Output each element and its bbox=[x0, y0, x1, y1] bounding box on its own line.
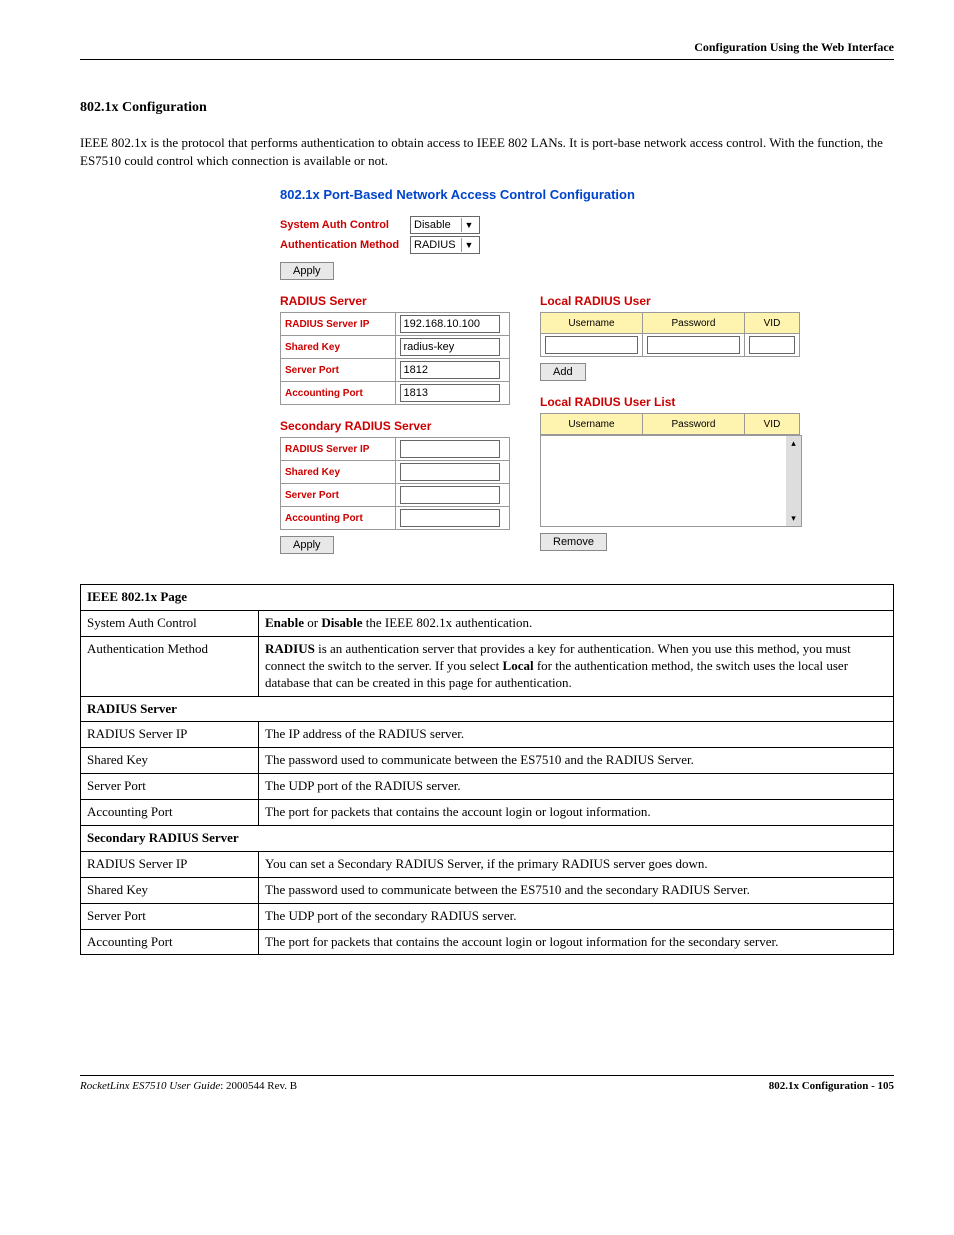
desc-header: IEEE 802.1x Page bbox=[81, 585, 894, 611]
desc-sub2: Secondary RADIUS Server bbox=[81, 826, 894, 852]
sec-sport-input[interactable] bbox=[400, 486, 500, 504]
chevron-down-icon: ▼ bbox=[461, 238, 476, 252]
sys-auth-value: Disable bbox=[414, 219, 451, 231]
sec-aport-label: Accounting Port bbox=[281, 507, 396, 530]
apply-button-bottom[interactable]: Apply bbox=[280, 536, 334, 554]
sys-auth-select[interactable]: Disable ▼ bbox=[410, 216, 480, 234]
desc-row-label: Authentication Method bbox=[81, 636, 259, 696]
desc-row-value: The password used to communicate between… bbox=[259, 877, 894, 903]
desc-row-value: You can set a Secondary RADIUS Server, i… bbox=[259, 851, 894, 877]
secondary-radius-table: RADIUS Server IP Shared Key Server Port … bbox=[280, 437, 510, 530]
scroll-down-icon[interactable]: ▾ bbox=[791, 513, 796, 524]
page-footer: RocketLinx ES7510 User Guide: 2000544 Re… bbox=[80, 1075, 894, 1092]
desc-row-value: The UDP port of the secondary RADIUS ser… bbox=[259, 903, 894, 929]
radius-aport-input[interactable] bbox=[400, 384, 500, 402]
desc-row-value: The port for packets that contains the a… bbox=[259, 929, 894, 955]
add-button[interactable]: Add bbox=[540, 363, 586, 381]
radius-key-label: Shared Key bbox=[281, 336, 396, 359]
desc-row-label: Accounting Port bbox=[81, 929, 259, 955]
auth-method-label: Authentication Method bbox=[280, 239, 410, 251]
footer-left: RocketLinx ES7510 User Guide: 2000544 Re… bbox=[80, 1080, 297, 1092]
panel-title: 802.1x Port-Based Network Access Control… bbox=[280, 187, 800, 202]
desc-row-label: RADIUS Server IP bbox=[81, 851, 259, 877]
section-title: 802.1x Configuration bbox=[80, 100, 894, 116]
footer-right: 802.1x Configuration - 105 bbox=[769, 1080, 894, 1092]
radius-server-title: RADIUS Server bbox=[280, 294, 510, 308]
footer-left-rest: : 2000544 Rev. B bbox=[220, 1080, 297, 1092]
config-panel: 802.1x Port-Based Network Access Control… bbox=[280, 187, 800, 554]
local-user-password-input[interactable] bbox=[647, 336, 740, 354]
secondary-radius-title: Secondary RADIUS Server bbox=[280, 419, 510, 433]
radius-server-table: RADIUS Server IP Shared Key Server Port … bbox=[280, 312, 510, 405]
scroll-up-icon[interactable]: ▴ bbox=[791, 438, 796, 449]
local-list-box[interactable]: ▴ ▾ bbox=[540, 435, 802, 527]
local-list-col-pass: Password bbox=[642, 414, 744, 435]
desc-row-value: Enable or Disable the IEEE 802.1x authen… bbox=[259, 610, 894, 636]
footer-left-italic: RocketLinx ES7510 User Guide bbox=[80, 1080, 220, 1092]
local-user-vid-input[interactable] bbox=[749, 336, 795, 354]
desc-row-label: Server Port bbox=[81, 774, 259, 800]
local-list-col-user: Username bbox=[541, 414, 643, 435]
desc-row-value: The IP address of the RADIUS server. bbox=[259, 722, 894, 748]
desc-row-label: Shared Key bbox=[81, 877, 259, 903]
sec-sport-label: Server Port bbox=[281, 484, 396, 507]
radius-aport-label: Accounting Port bbox=[281, 382, 396, 405]
local-user-username-input[interactable] bbox=[545, 336, 638, 354]
auth-method-select[interactable]: RADIUS ▼ bbox=[410, 236, 480, 254]
desc-row-label: Server Port bbox=[81, 903, 259, 929]
local-user-col-user: Username bbox=[541, 313, 643, 334]
local-list-title: Local RADIUS User List bbox=[540, 395, 800, 409]
section-paragraph: IEEE 802.1x is the protocol that perform… bbox=[80, 134, 894, 169]
local-user-col-vid: VID bbox=[744, 313, 799, 334]
sys-auth-label: System Auth Control bbox=[280, 219, 410, 231]
sec-key-input[interactable] bbox=[400, 463, 500, 481]
remove-button[interactable]: Remove bbox=[540, 533, 607, 551]
scrollbar[interactable]: ▴ ▾ bbox=[786, 436, 801, 526]
chevron-down-icon: ▼ bbox=[461, 218, 476, 232]
radius-sport-label: Server Port bbox=[281, 359, 396, 382]
sec-ip-input[interactable] bbox=[400, 440, 500, 458]
sec-ip-label: RADIUS Server IP bbox=[281, 438, 396, 461]
desc-row-value: The port for packets that contains the a… bbox=[259, 800, 894, 826]
description-table: IEEE 802.1x Page System Auth ControlEnab… bbox=[80, 584, 894, 955]
local-user-title: Local RADIUS User bbox=[540, 294, 800, 308]
apply-button-top[interactable]: Apply bbox=[280, 262, 334, 280]
radius-ip-input[interactable] bbox=[400, 315, 500, 333]
radius-ip-label: RADIUS Server IP bbox=[281, 313, 396, 336]
sec-aport-input[interactable] bbox=[400, 509, 500, 527]
desc-row-label: System Auth Control bbox=[81, 610, 259, 636]
radius-key-input[interactable] bbox=[400, 338, 500, 356]
local-user-col-pass: Password bbox=[642, 313, 744, 334]
desc-row-value: RADIUS is an authentication server that … bbox=[259, 636, 894, 696]
local-list-header: Username Password VID bbox=[540, 413, 800, 435]
desc-row-value: The password used to communicate between… bbox=[259, 748, 894, 774]
sec-key-label: Shared Key bbox=[281, 461, 396, 484]
desc-row-label: Shared Key bbox=[81, 748, 259, 774]
desc-row-label: RADIUS Server IP bbox=[81, 722, 259, 748]
desc-sub1: RADIUS Server bbox=[81, 696, 894, 722]
page-header: Configuration Using the Web Interface bbox=[80, 40, 894, 60]
local-user-table: Username Password VID bbox=[540, 312, 800, 357]
local-list-col-vid: VID bbox=[744, 414, 799, 435]
desc-row-value: The UDP port of the RADIUS server. bbox=[259, 774, 894, 800]
radius-sport-input[interactable] bbox=[400, 361, 500, 379]
desc-row-label: Accounting Port bbox=[81, 800, 259, 826]
auth-method-value: RADIUS bbox=[414, 239, 456, 251]
page-header-text: Configuration Using the Web Interface bbox=[694, 40, 894, 54]
